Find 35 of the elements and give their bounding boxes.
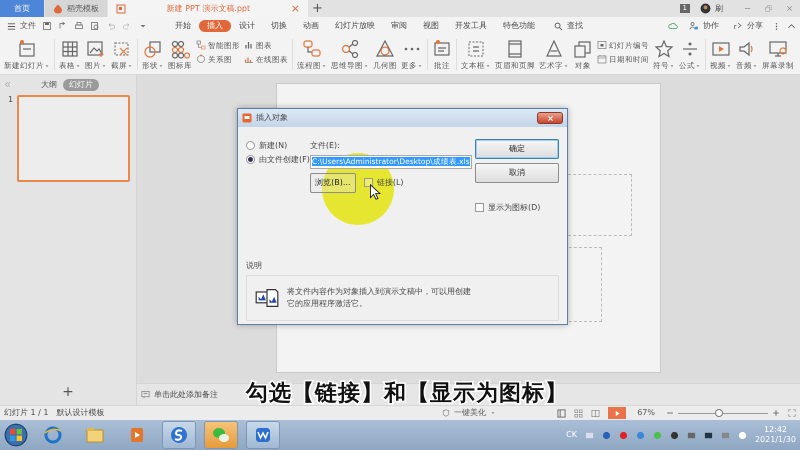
field-label: 文件(E):: [310, 141, 341, 151]
description-text: 将文件内容作为对象插入到演示文稿中，可以用创建它的应用程序激活它。: [287, 286, 472, 310]
document-tab[interactable]: 稻壳模板: [45, 0, 107, 17]
new-tab-button[interactable]: +: [309, 0, 326, 17]
collaborate-button[interactable]: 协作: [686, 21, 722, 31]
add-slide-button[interactable]: +: [59, 384, 77, 401]
ribbon-tab[interactable]: 审阅: [383, 20, 415, 32]
slide-count: 幻灯片 1 / 1: [4, 408, 49, 418]
ribbon-tab[interactable]: 切换: [263, 20, 295, 32]
ribbon-tab[interactable]: 视图: [415, 20, 447, 32]
search-button[interactable]: 查找: [551, 21, 586, 31]
radio-option[interactable]: 由文件创建(F): [246, 154, 310, 164]
panel-tab[interactable]: 大纲: [35, 79, 63, 91]
ribbon-tab[interactable]: 开发工具: [447, 20, 495, 32]
share-button[interactable]: 分享: [730, 21, 766, 31]
template-name: 默认设计模板: [56, 408, 105, 418]
beautify-button[interactable]: 一键美化: [439, 408, 500, 418]
dialog-title: 插入对象: [256, 113, 288, 123]
subtitle-caption: 勾选【链接】和【显示为图标】: [246, 383, 568, 405]
ribbon-tab[interactable]: 特色功能: [495, 20, 543, 32]
user-name[interactable]: 刷: [715, 4, 723, 14]
checkbox-option[interactable]: 显示为图标(D): [475, 203, 559, 213]
group-title: 说明: [245, 261, 263, 271]
ribbon-tab[interactable]: 动画: [295, 20, 327, 32]
notes-field[interactable]: 单击此处添加备注: [141, 390, 218, 400]
zoom-level[interactable]: 67%: [634, 408, 658, 418]
ribbon-tab[interactable]: 幻灯片放映: [327, 20, 383, 32]
document-tab[interactable]: 首页: [0, 0, 44, 17]
ribbon-tab[interactable]: 开始: [167, 20, 199, 32]
file-menu[interactable]: 文件: [4, 21, 39, 31]
ribbon-tab[interactable]: 设计: [231, 20, 263, 32]
slide-number: 1: [8, 94, 14, 106]
dialog-button[interactable]: 确定: [475, 139, 559, 159]
dialog-button[interactable]: 取消: [475, 163, 559, 183]
radio-option[interactable]: 新建(N): [246, 141, 310, 151]
